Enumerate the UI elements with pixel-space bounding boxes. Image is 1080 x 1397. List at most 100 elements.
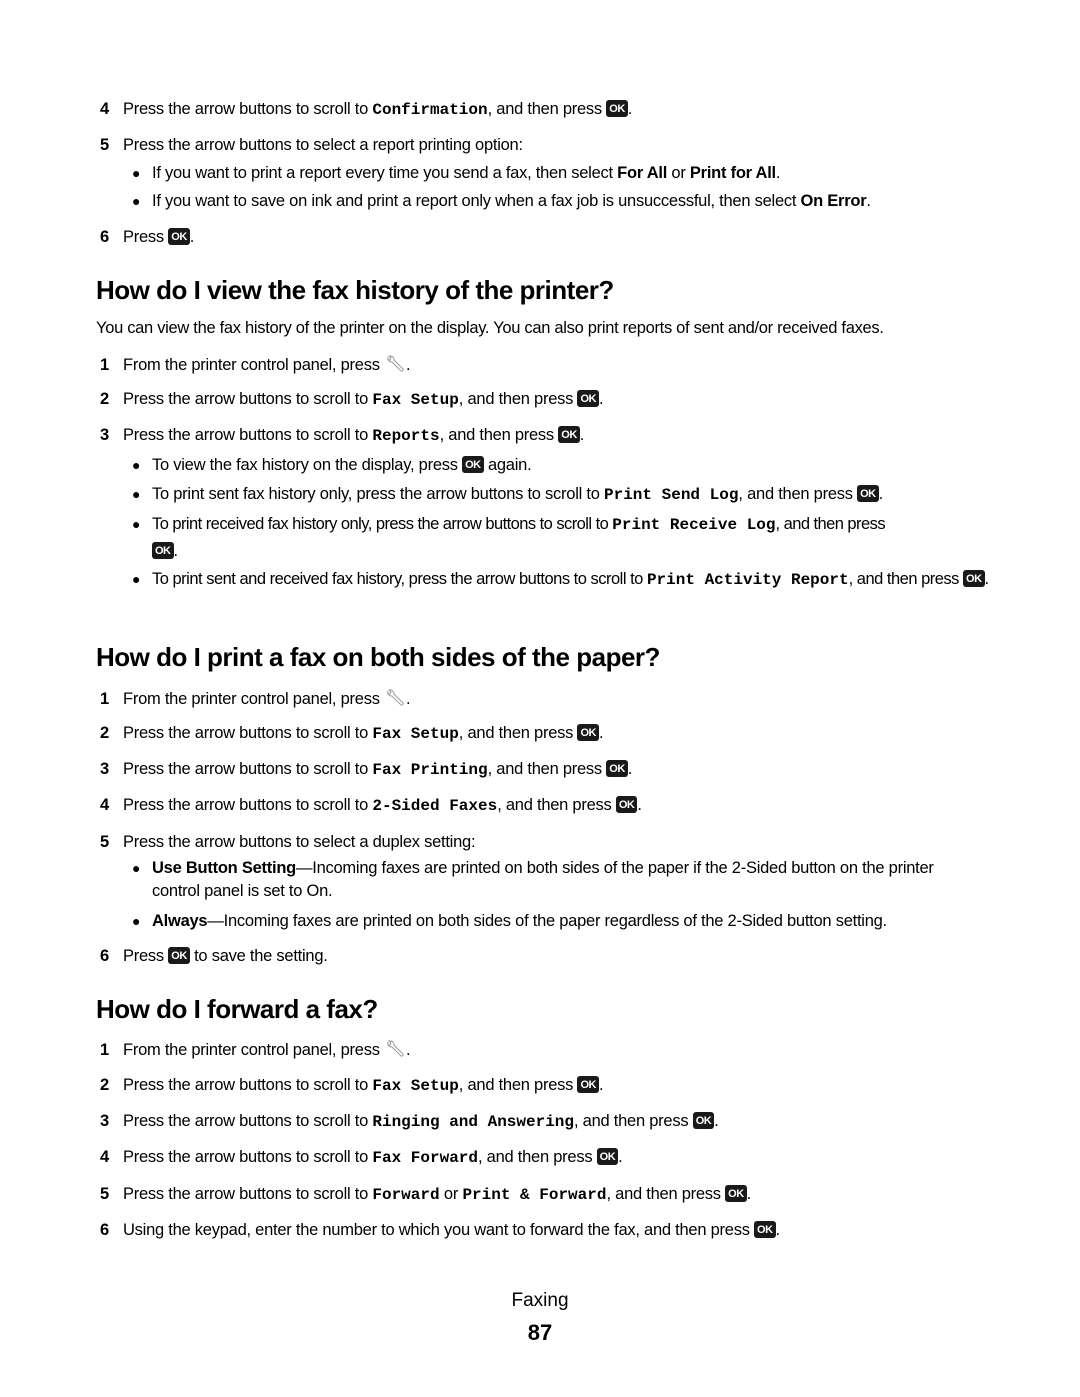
text: , and then press bbox=[738, 485, 858, 503]
step-5: 5 Press the arrow buttons to scroll to Fo… bbox=[100, 1184, 751, 1205]
option-print-for-all: Print for All bbox=[689, 164, 776, 182]
step-text: Press the arrow buttons to scroll to bbox=[123, 390, 373, 408]
text: To print sent and received fax history, … bbox=[152, 570, 647, 588]
step-text: From the printer control panel, press bbox=[123, 690, 385, 708]
step-text: , and then press bbox=[458, 1076, 578, 1094]
step-text: to save the setting. bbox=[189, 947, 328, 965]
section-heading-two-sided: How do I print a fax on both sides of th… bbox=[96, 642, 660, 672]
punctuation: . bbox=[406, 356, 411, 374]
wrench-icon bbox=[387, 689, 404, 706]
step-text: Press the arrow buttons to scroll to bbox=[123, 724, 373, 742]
step-2: 2 Press the arrow buttons to scroll to Fa… bbox=[100, 1075, 604, 1096]
ok-button-icon: OK bbox=[168, 947, 190, 964]
section-heading-fax-history: How do I view the fax history of the pri… bbox=[96, 275, 614, 305]
option-always: Always bbox=[152, 912, 208, 930]
menu-item-code: Print & Forward bbox=[462, 1186, 607, 1204]
bullet-text: To print sent and received fax history, … bbox=[152, 566, 992, 593]
ok-button-icon: OK bbox=[963, 570, 985, 587]
step-text: Press the arrow buttons to select a dupl… bbox=[123, 833, 476, 851]
step-text: Press bbox=[123, 228, 169, 246]
punctuation: . bbox=[189, 228, 195, 246]
bullet-print-activity-report: ● To print sent and received fax history… bbox=[132, 566, 992, 593]
bullet-icon: ● bbox=[132, 571, 140, 587]
step-text: Press the arrow buttons to scroll to bbox=[123, 796, 373, 814]
bullet-print-send-log: ● To print sent fax history only, press … bbox=[132, 481, 992, 508]
step-text: Press the arrow buttons to scroll to bbox=[123, 1112, 373, 1130]
menu-item-code: Reports bbox=[372, 427, 440, 445]
bullet-text: Use Button Setting—Incoming faxes are pr… bbox=[152, 857, 972, 903]
step-1: 1 From the printer control panel, press . bbox=[100, 1039, 411, 1060]
step-text: , and then press bbox=[439, 426, 559, 444]
ok-button-icon: OK bbox=[857, 485, 879, 502]
text: To print received fax history only, pres… bbox=[152, 515, 613, 533]
step-number: 6 bbox=[100, 228, 109, 246]
punctuation: . bbox=[598, 724, 604, 742]
punctuation: . bbox=[598, 1076, 604, 1094]
punctuation: . bbox=[627, 760, 633, 778]
bullet-on-error: ● If you want to save on ink and print a… bbox=[132, 188, 992, 214]
step-number: 3 bbox=[100, 1112, 109, 1130]
punctuation: . bbox=[878, 485, 884, 503]
bullet-for-all: ● If you want to print a report every ti… bbox=[132, 160, 992, 186]
punctuation: . bbox=[406, 1041, 411, 1059]
step-1: 1 From the printer control panel, press . bbox=[100, 354, 411, 375]
step-number: 5 bbox=[100, 136, 109, 154]
wrench-icon bbox=[387, 1040, 404, 1057]
bullet-icon: ● bbox=[132, 486, 141, 502]
section-heading-forward-fax: How do I forward a fax? bbox=[96, 994, 378, 1024]
step-3: 3 Press the arrow buttons to scroll to Re… bbox=[100, 425, 584, 446]
text: To print sent fax history only, press th… bbox=[152, 485, 604, 503]
ok-button-icon: OK bbox=[577, 724, 599, 741]
step-text: Using the keypad, enter the number to wh… bbox=[123, 1221, 755, 1239]
step-number: 3 bbox=[100, 760, 109, 778]
step-number: 5 bbox=[100, 1185, 109, 1203]
step-number: 4 bbox=[100, 796, 109, 814]
page-number: 87 bbox=[527, 1320, 553, 1345]
text: or bbox=[667, 164, 690, 182]
option-for-all: For All bbox=[617, 164, 668, 182]
step-number: 2 bbox=[100, 390, 109, 408]
menu-item-code: Fax Setup bbox=[372, 725, 459, 743]
footer-section-label: Faxing bbox=[511, 1290, 569, 1311]
step-4-confirmation: 4 Press the arrow buttons to scroll to Co… bbox=[100, 99, 632, 120]
menu-item-code: Fax Setup bbox=[372, 1077, 459, 1095]
step-5-report-option: 5 Press the arrow buttons to select a rep… bbox=[100, 135, 523, 155]
step-number: 4 bbox=[100, 1148, 109, 1166]
step-5: 5 Press the arrow buttons to select a dup… bbox=[100, 832, 476, 852]
menu-item-code: Fax Printing bbox=[372, 761, 488, 779]
ok-button-icon: OK bbox=[577, 390, 599, 407]
step-text: Press the arrow buttons to scroll to bbox=[123, 426, 373, 444]
step-6-press-ok: 6 Press OK. bbox=[100, 227, 194, 247]
text: If you want to save on ink and print a r… bbox=[152, 192, 801, 210]
step-text: From the printer control panel, press bbox=[123, 356, 385, 374]
step-text: Press the arrow buttons to select a repo… bbox=[123, 136, 523, 154]
punctuation: . bbox=[866, 192, 871, 210]
step-text: Press the arrow buttons to scroll to bbox=[123, 760, 373, 778]
bullet-text: To print received fax history only, pres… bbox=[152, 511, 992, 564]
step-number: 1 bbox=[100, 690, 109, 708]
step-text: , and then press bbox=[487, 100, 607, 118]
bullet-print-receive-log: ● To print received fax history only, pr… bbox=[132, 511, 992, 564]
punctuation: . bbox=[627, 100, 633, 118]
ok-button-icon: OK bbox=[754, 1221, 776, 1238]
step-number: 4 bbox=[100, 100, 109, 118]
bullet-icon: ● bbox=[132, 193, 141, 209]
menu-item-code: Ringing and Answering bbox=[372, 1113, 575, 1131]
text: If you want to print a report every time… bbox=[152, 164, 618, 182]
bullet-text: Always—Incoming faxes are printed on bot… bbox=[152, 908, 992, 934]
punctuation: . bbox=[984, 570, 990, 588]
step-2: 2 Press the arrow buttons to scroll to Fa… bbox=[100, 723, 604, 744]
ok-button-icon: OK bbox=[615, 796, 638, 813]
punctuation: . bbox=[746, 1185, 752, 1203]
ok-button-icon: OK bbox=[168, 228, 190, 245]
bullet-text: If you want to print a report every time… bbox=[152, 160, 992, 186]
step-text: From the printer control panel, press bbox=[123, 1041, 385, 1059]
bullet-icon: ● bbox=[132, 913, 141, 929]
step-text: Press the arrow buttons to scroll to bbox=[123, 1148, 373, 1166]
step-text: Press the arrow buttons to scroll to bbox=[123, 1076, 373, 1094]
punctuation: . bbox=[775, 164, 781, 182]
punctuation: . bbox=[173, 542, 179, 560]
step-text: , and then press bbox=[458, 390, 578, 408]
ok-button-icon: OK bbox=[692, 1112, 715, 1129]
punctuation: . bbox=[637, 796, 642, 814]
